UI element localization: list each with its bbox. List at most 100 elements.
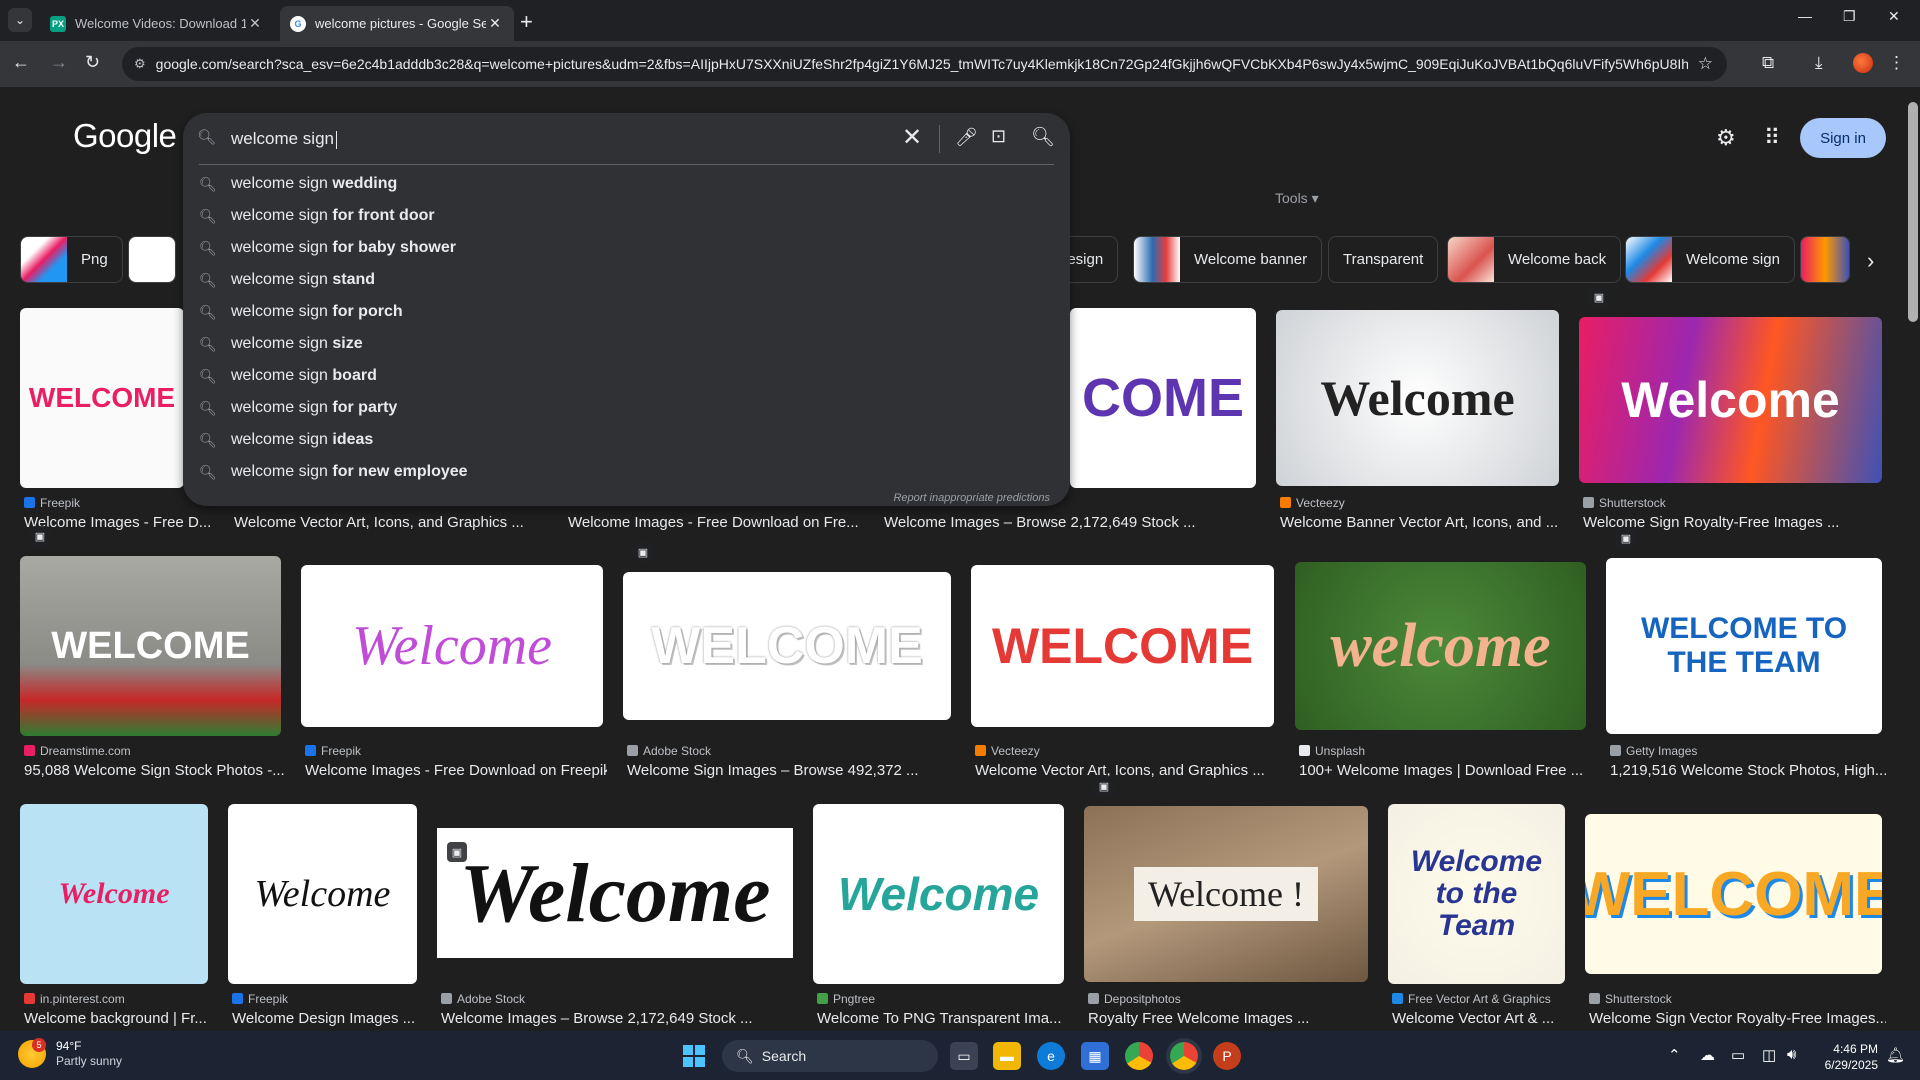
edge-icon[interactable]: e <box>1037 1042 1065 1070</box>
result-image[interactable]: Welcome to the Team <box>1388 804 1565 984</box>
result-source[interactable]: Vecteezy <box>1280 496 1345 510</box>
file-explorer-icon[interactable]: ▬ <box>993 1042 1021 1070</box>
result-source[interactable]: Dreamstime.com <box>24 744 131 758</box>
menu-dots-icon[interactable]: ⋮ <box>1888 53 1905 73</box>
lens-camera-icon[interactable]: ⊡ <box>991 126 1006 147</box>
tab-google-search[interactable]: G welcome pictures - Google Sear ✕ <box>280 6 514 41</box>
search-input[interactable]: welcome sign <box>231 129 337 149</box>
suggestion-item[interactable]: 🔍︎ welcome sign for party <box>183 392 1070 424</box>
result-title[interactable]: Welcome Sign Images – Browse 492,372 ... <box>627 762 955 779</box>
result-title[interactable]: 95,088 Welcome Sign Stock Photos -... <box>24 762 285 779</box>
chevron-right-icon[interactable]: › <box>1867 248 1874 274</box>
scrollbar-thumb[interactable] <box>1908 102 1918 322</box>
result-image[interactable]: WELCOME <box>20 308 184 488</box>
result-title[interactable]: Welcome To PNG Transparent Ima... <box>817 1010 1068 1027</box>
address-bar[interactable]: ⚙ google.com/search?sca_esv=6e2c4b1adddb… <box>122 47 1727 81</box>
report-predictions-link[interactable]: Report inappropriate predictions <box>893 492 1050 504</box>
reload-icon[interactable]: ↻ <box>85 52 100 73</box>
result-title[interactable]: 1,219,516 Welcome Stock Photos, High... <box>1610 762 1886 779</box>
forward-icon[interactable]: → <box>50 52 68 73</box>
result-title[interactable]: Welcome Vector Art & ... <box>1392 1010 1569 1027</box>
chrome-active-icon[interactable] <box>1170 1042 1198 1070</box>
result-title[interactable]: Royalty Free Welcome Images ... <box>1088 1010 1372 1027</box>
suggestion-item[interactable]: 🔍︎ welcome sign for new employee <box>183 456 1070 488</box>
google-logo[interactable]: Google <box>73 117 177 155</box>
suggestion-item[interactable]: 🔍︎ welcome sign for porch <box>183 296 1070 328</box>
extensions-icon[interactable]: ⧉ <box>1762 53 1774 73</box>
result-image[interactable]: WELCOME <box>20 556 281 736</box>
profile-avatar[interactable] <box>1853 53 1873 73</box>
result-title[interactable]: Welcome background | Fr... <box>24 1010 212 1027</box>
result-title[interactable]: Welcome Vector Art, Icons, and Graphics … <box>975 762 1278 779</box>
result-title[interactable]: 100+ Welcome Images | Download Free ... <box>1299 762 1590 779</box>
result-source[interactable]: Adobe Stock <box>627 744 711 758</box>
close-icon[interactable]: ✕ <box>486 15 504 32</box>
powerpoint-icon[interactable]: P <box>1213 1042 1241 1070</box>
settings-gear-icon[interactable]: ⚙ <box>1716 125 1736 151</box>
result-title[interactable]: Welcome Images - Free Download on Fre... <box>568 514 868 531</box>
result-source[interactable]: Shutterstock <box>1589 992 1672 1006</box>
result-image[interactable]: Welcome <box>228 804 417 984</box>
suggestion-item[interactable]: 🔍︎ welcome sign size <box>183 328 1070 360</box>
result-title[interactable]: Welcome Images - Free D... <box>24 514 214 531</box>
minimize-icon[interactable]: — <box>1798 8 1812 24</box>
suggestion-item[interactable]: 🔍︎ welcome sign ideas <box>183 424 1070 456</box>
result-image[interactable]: welcome <box>1295 562 1586 730</box>
apps-grid-icon[interactable]: ⠿ <box>1764 125 1780 151</box>
store-icon[interactable]: ▦ <box>1081 1042 1109 1070</box>
suggestion-item[interactable]: 🔍︎ welcome sign board <box>183 360 1070 392</box>
close-icon[interactable]: ✕ <box>246 15 264 32</box>
onedrive-icon[interactable]: ☁ <box>1700 1046 1715 1064</box>
volume-icon[interactable]: 🔊︎ <box>1787 1046 1796 1063</box>
result-source[interactable]: Unsplash <box>1299 744 1365 758</box>
result-title[interactable]: Welcome Banner Vector Art, Icons, and ..… <box>1280 514 1563 531</box>
result-title[interactable]: Welcome Design Images ... <box>232 1010 421 1027</box>
result-title[interactable]: Welcome Images – Browse 2,172,649 Stock … <box>441 1010 797 1027</box>
tray-chevron-up-icon[interactable]: ⌃ <box>1668 1046 1681 1064</box>
result-source[interactable]: Freepik <box>305 744 361 758</box>
chrome-icon[interactable] <box>1125 1042 1153 1070</box>
bookmark-star-icon[interactable]: ☆ <box>1698 54 1713 74</box>
result-source[interactable]: Getty Images <box>1610 744 1697 758</box>
result-source[interactable]: Adobe Stock <box>441 992 525 1006</box>
result-source[interactable]: Freepik <box>232 992 288 1006</box>
back-icon[interactable]: ← <box>12 52 30 73</box>
result-title[interactable]: Welcome Images - Free Download on Freepi… <box>305 762 607 779</box>
chip-transparent[interactable]: Transparent <box>1328 236 1439 283</box>
result-image[interactable]: WELCOME <box>971 565 1274 727</box>
task-view-icon[interactable]: ▭ <box>950 1042 978 1070</box>
suggestion-item[interactable]: 🔍︎ welcome sign wedding <box>183 168 1070 200</box>
system-clock[interactable]: 4:46 PM 6/29/2025 <box>1806 1041 1878 1073</box>
windows-start-icon[interactable] <box>680 1042 708 1070</box>
result-image[interactable]: Welcome ! <box>1084 806 1368 982</box>
tools-menu[interactable]: Tools ▾ <box>1275 190 1319 207</box>
taskbar-search[interactable]: 🔍︎ Search <box>722 1040 938 1072</box>
result-title[interactable]: Welcome Sign Vector Royalty-Free Images.… <box>1589 1010 1886 1027</box>
clear-icon[interactable]: ✕ <box>902 123 922 152</box>
result-image[interactable]: Welcome <box>20 804 208 984</box>
chip-png[interactable]: Png <box>20 236 123 283</box>
suggestion-item[interactable]: 🔍︎ welcome sign for baby shower <box>183 232 1070 264</box>
result-source[interactable]: Vecteezy <box>975 744 1040 758</box>
download-icon[interactable]: ⤓ <box>1815 53 1823 73</box>
result-source[interactable]: Freepik <box>24 496 80 510</box>
url-text[interactable]: google.com/search?sca_esv=6e2c4b1adddb3c… <box>156 56 1688 72</box>
suggestion-item[interactable]: 🔍︎ welcome sign stand <box>183 264 1070 296</box>
result-image[interactable]: COME <box>1070 308 1256 488</box>
search-submit-icon[interactable]: 🔍︎ <box>1031 125 1055 149</box>
battery-icon[interactable]: ▭ <box>1731 1046 1745 1064</box>
suggestion-item[interactable]: 🔍︎ welcome sign for front door <box>183 200 1070 232</box>
notification-bell-icon[interactable]: 🔔︎ <box>1886 1046 1905 1064</box>
result-image[interactable]: WELCOME <box>1585 814 1882 974</box>
restore-icon[interactable]: ❐ <box>1843 8 1856 25</box>
chip-welcome-sign[interactable]: Welcome sign <box>1625 236 1795 283</box>
result-source[interactable]: Shutterstock <box>1583 496 1666 510</box>
window-close-icon[interactable]: ✕ <box>1888 8 1900 25</box>
result-image[interactable]: Welcome <box>437 828 793 958</box>
result-image[interactable]: WELCOME <box>623 572 951 720</box>
sign-in-button[interactable]: Sign in <box>1800 118 1886 158</box>
tab-search-button[interactable]: ⌄ <box>8 8 32 32</box>
result-title[interactable]: Welcome Vector Art, Icons, and Graphics … <box>234 514 544 531</box>
result-title[interactable]: Welcome Images – Browse 2,172,649 Stock … <box>884 514 1204 531</box>
network-icon[interactable]: ◫ <box>1762 1046 1776 1064</box>
